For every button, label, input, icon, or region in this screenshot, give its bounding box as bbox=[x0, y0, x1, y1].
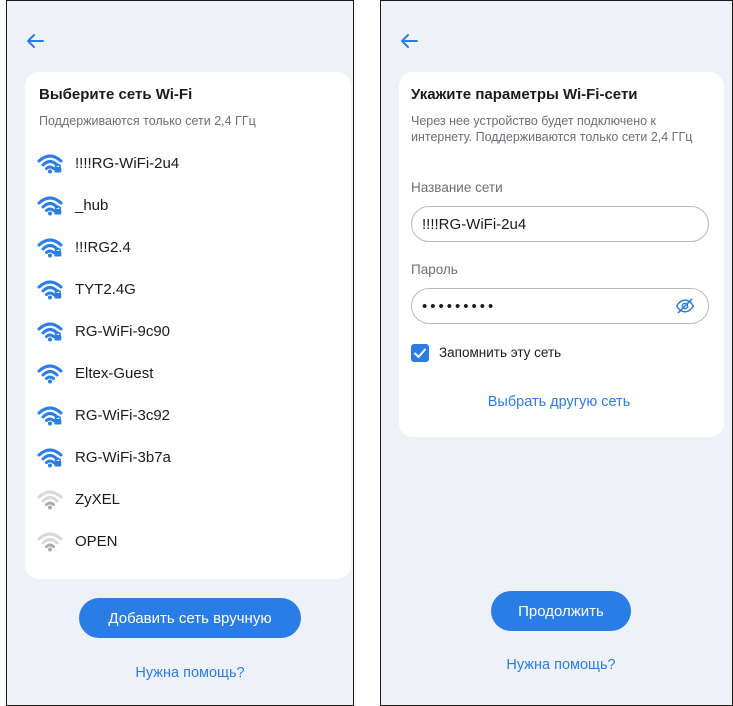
network-name: TYT2.4G bbox=[75, 280, 136, 298]
network-item[interactable]: _hub bbox=[37, 184, 337, 226]
network-item[interactable]: TYT2.4G bbox=[37, 268, 337, 310]
add-network-manually-button[interactable]: Добавить сеть вручную bbox=[79, 598, 301, 638]
network-name: RG-WiFi-9c90 bbox=[75, 322, 171, 340]
network-name: RG-WiFi-3c92 bbox=[75, 406, 171, 424]
wifi-lock-icon bbox=[37, 448, 63, 468]
password-field[interactable]: ••••••••• bbox=[411, 288, 709, 324]
network-item[interactable]: RG-WiFi-3b7a bbox=[37, 436, 337, 478]
network-item[interactable]: !!!!RG-WiFi-2u4 bbox=[37, 142, 337, 184]
choose-other-network-link[interactable]: Выбрать другую сеть bbox=[469, 394, 649, 410]
back-arrow-icon[interactable] bbox=[397, 29, 421, 53]
card-subtitle: Через нее устройство будет подключено к … bbox=[411, 114, 693, 144]
wifi-lock-icon bbox=[37, 406, 63, 426]
network-item[interactable]: RG-WiFi-3c92 bbox=[37, 394, 337, 436]
network-item[interactable]: OPEN bbox=[37, 520, 337, 562]
network-name: ZyXEL bbox=[75, 490, 121, 508]
network-item[interactable]: Eltex-Guest bbox=[37, 352, 337, 394]
help-link[interactable]: Нужна помощь? bbox=[481, 657, 641, 673]
network-item[interactable]: RG-WiFi-9c90 bbox=[37, 310, 337, 352]
wifi-lock-icon bbox=[37, 154, 63, 174]
wifi-icon bbox=[37, 364, 63, 384]
network-name: RG-WiFi-3b7a bbox=[75, 448, 171, 466]
remember-network-label: Запомнить эту сеть bbox=[439, 345, 562, 360]
continue-button[interactable]: Продолжить bbox=[491, 591, 631, 631]
wifi-params-screen: Укажите параметры Wi-Fi-сети Через нее у… bbox=[380, 0, 733, 706]
network-name: _hub bbox=[75, 196, 109, 214]
wifi-weak-icon bbox=[37, 532, 63, 552]
network-name: !!!!RG-WiFi-2u4 bbox=[75, 154, 180, 172]
checkmark-icon bbox=[414, 348, 426, 358]
network-name: !!!RG2.4 bbox=[75, 238, 131, 256]
network-name-field[interactable]: !!!!RG-WiFi-2u4 bbox=[411, 206, 709, 242]
card-title: Выберите сеть Wi-Fi bbox=[39, 86, 193, 103]
network-name: Eltex-Guest bbox=[75, 364, 154, 382]
wifi-lock-icon bbox=[37, 196, 63, 216]
network-name-value: !!!!RG-WiFi-2u4 bbox=[422, 215, 527, 233]
card-title: Укажите параметры Wi-Fi-сети bbox=[411, 86, 638, 103]
network-list-card: Выберите сеть Wi-Fi Поддерживаются тольк… bbox=[25, 72, 351, 579]
wifi-lock-icon bbox=[37, 322, 63, 342]
wifi-select-screen: Выберите сеть Wi-Fi Поддерживаются тольк… bbox=[6, 0, 354, 706]
network-name: OPEN bbox=[75, 532, 118, 550]
wifi-weak-icon bbox=[37, 490, 63, 510]
wifi-lock-icon bbox=[37, 238, 63, 258]
password-label: Пароль bbox=[411, 262, 458, 277]
remember-network-checkbox[interactable] bbox=[411, 344, 429, 362]
network-name-label: Название сети bbox=[411, 180, 503, 195]
help-link[interactable]: Нужна помощь? bbox=[107, 665, 273, 681]
wifi-params-card: Укажите параметры Wi-Fi-сети Через нее у… bbox=[399, 72, 724, 437]
password-value: ••••••••• bbox=[422, 297, 497, 315]
back-arrow-icon[interactable] bbox=[23, 29, 47, 53]
network-list: !!!!RG-WiFi-2u4 _hub !!!RG2.4 TYT2.4G RG-WiF… bbox=[37, 142, 337, 562]
card-subtitle: Поддерживаются только сети 2,4 ГГц bbox=[39, 114, 256, 128]
wifi-lock-icon bbox=[37, 280, 63, 300]
network-item[interactable]: !!!RG2.4 bbox=[37, 226, 337, 268]
hide-password-eye-icon[interactable] bbox=[674, 296, 696, 316]
network-item[interactable]: ZyXEL bbox=[37, 478, 337, 520]
